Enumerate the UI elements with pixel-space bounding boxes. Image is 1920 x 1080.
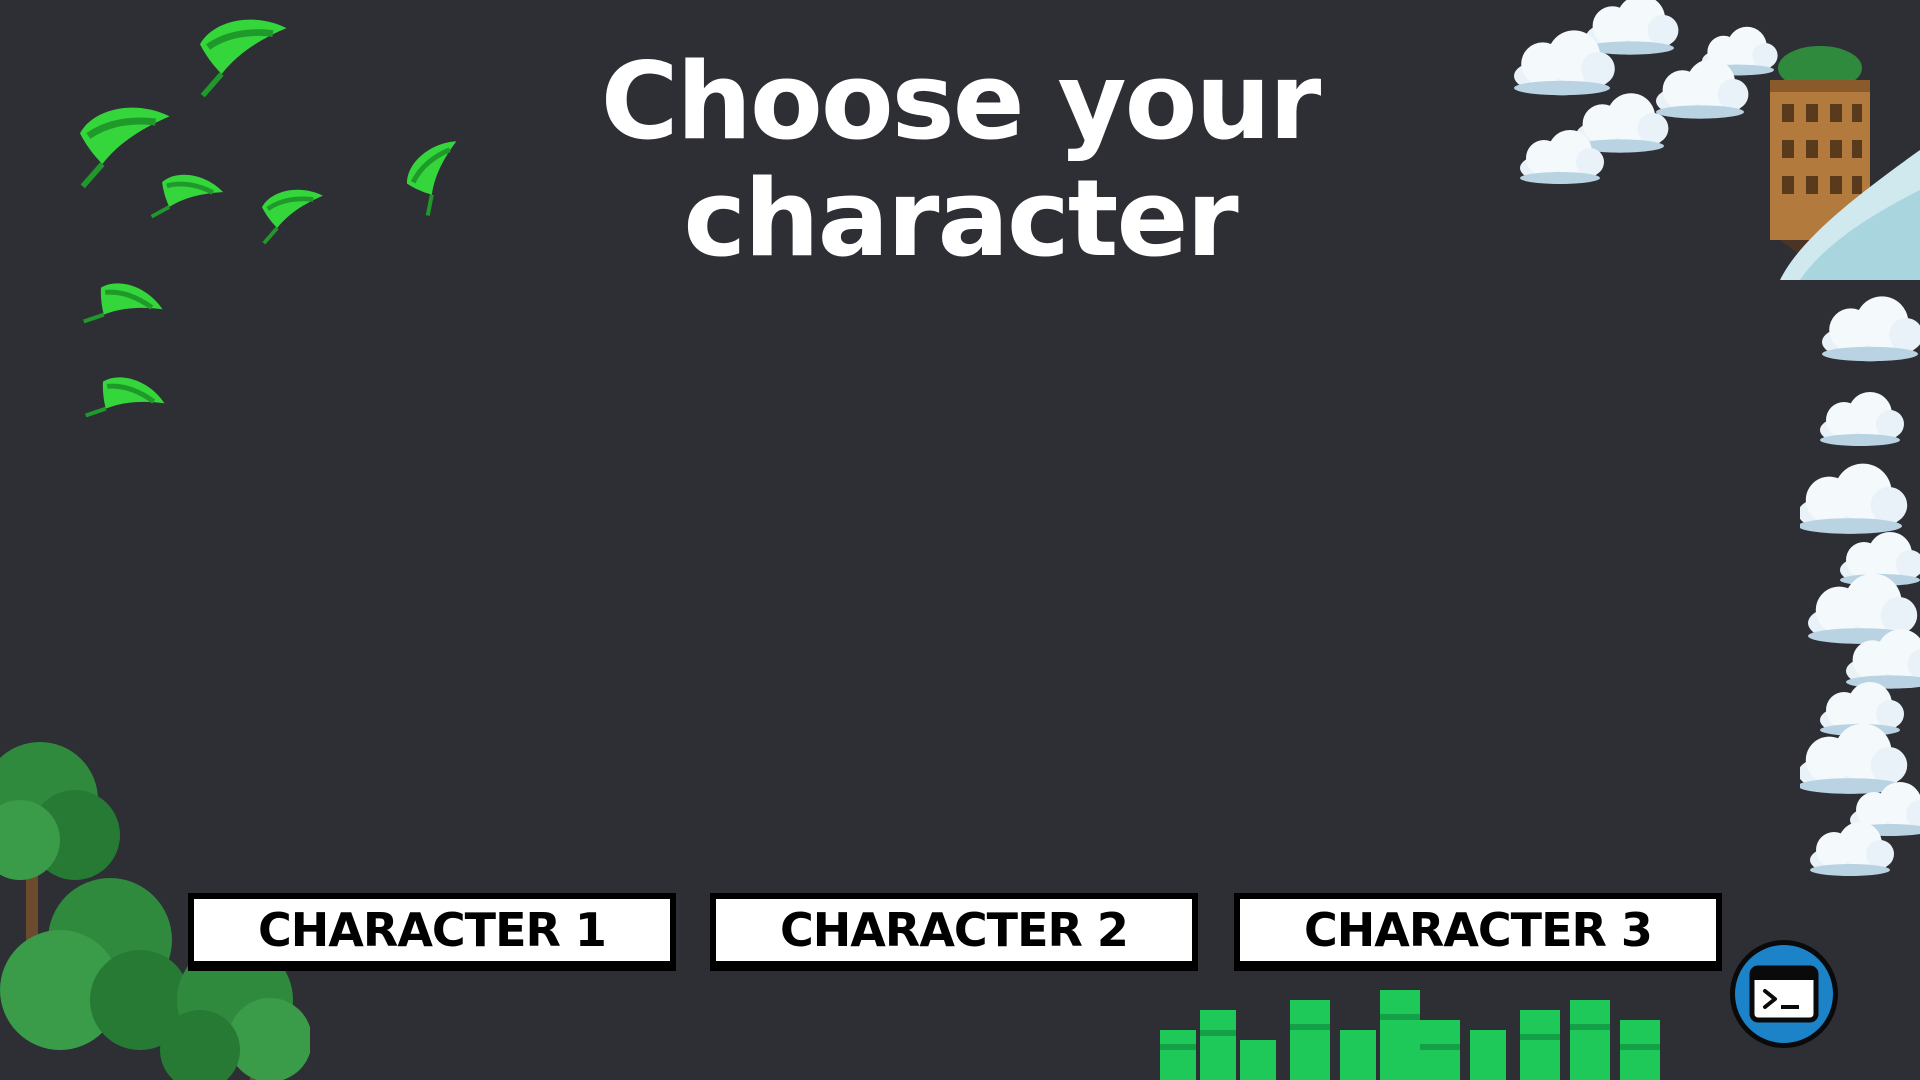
floating-castle-icon — [1770, 46, 1920, 280]
character-3-button[interactable]: CHARACTER 3 — [1234, 893, 1722, 967]
character-2-button[interactable]: CHARACTER 2 — [710, 893, 1198, 967]
cloud-icon — [1800, 463, 1908, 534]
page-title: Choose your character — [600, 40, 1321, 280]
game-screen: Choose your character CHARACTER 1 CHARAC… — [0, 0, 1920, 1080]
cloud-icon — [1586, 0, 1679, 55]
character-1-button[interactable]: CHARACTER 1 — [188, 893, 676, 967]
leaf-icon — [84, 366, 168, 440]
leaf-icon — [200, 20, 286, 96]
terminal-button[interactable] — [1730, 940, 1838, 1048]
cloud-icon — [1820, 392, 1904, 446]
cloud-column-right — [1800, 296, 1920, 876]
leaf-icon — [80, 108, 170, 187]
leaf-icon — [262, 190, 323, 243]
leaf-icon — [82, 272, 166, 353]
terminal-icon — [1749, 965, 1819, 1023]
bamboo-patch — [1160, 990, 1660, 1080]
cloud-icon — [1822, 296, 1920, 362]
leaf-icon — [150, 166, 225, 237]
cloud-icon — [1800, 723, 1908, 794]
